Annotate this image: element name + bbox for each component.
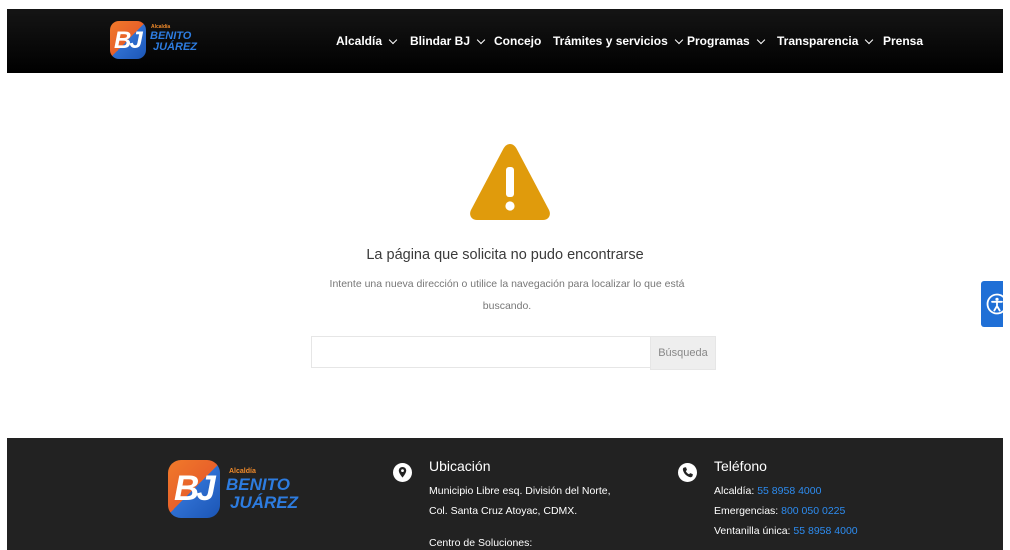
- error-subtitle-line1: Intente una nueva dirección o utilice la…: [329, 278, 685, 290]
- phone-link[interactable]: 55 8958 4000: [793, 525, 857, 537]
- phone-entry: Emergencias: 800 050 0225: [714, 505, 845, 517]
- accessibility-icon: [986, 293, 1003, 315]
- footer-location: Ubicación Municipio Libre esq. División …: [393, 458, 653, 550]
- logo-monogram: BJ: [168, 460, 220, 518]
- site-header: BJ Alcaldía BENITO JUÁREZ Alcaldía Blind…: [7, 9, 1003, 73]
- error-subtitle: Intente una nueva dirección o utilice la…: [307, 273, 707, 317]
- warning-icon: [470, 144, 550, 220]
- location-pin-icon: [393, 463, 412, 482]
- nav-item-label: Prensa: [883, 34, 924, 48]
- nav-item-tramites[interactable]: Trámites y servicios: [553, 31, 683, 51]
- chevron-down-icon: [674, 35, 683, 44]
- phone-label: Emergencias:: [714, 505, 782, 517]
- location-line: Col. Santa Cruz Atoyac, CDMX.: [429, 505, 578, 517]
- chevron-down-icon: [756, 35, 765, 44]
- logo-name-line2: JUÁREZ: [230, 493, 299, 512]
- nav-item-label: Transparencia: [777, 34, 859, 48]
- chevron-down-icon: [388, 35, 398, 44]
- error-title: La página que solicita no pudo encontrar…: [366, 247, 644, 263]
- phone-icon: [678, 463, 697, 482]
- nav-item-label: Trámites y servicios: [553, 34, 668, 48]
- site-logo[interactable]: BJ Alcaldía BENITO JUÁREZ: [110, 19, 197, 63]
- phone-heading: Teléfono: [714, 458, 767, 474]
- page: BJ Alcaldía BENITO JUÁREZ Alcaldía Blind…: [7, 9, 1003, 550]
- phone-label: Alcaldía:: [714, 485, 758, 497]
- nav-item-transparencia[interactable]: Transparencia: [777, 31, 874, 51]
- nav-item-blindar-bj[interactable]: Blindar BJ: [410, 31, 486, 51]
- phone-link[interactable]: 55 8958 4000: [757, 485, 821, 497]
- nav-item-prensa[interactable]: Prensa: [883, 31, 923, 51]
- nav-item-label: Alcaldía: [336, 34, 383, 48]
- nav-item-concejo[interactable]: Concejo: [494, 31, 541, 51]
- nav-item-label: Blindar BJ: [410, 34, 471, 48]
- search-input[interactable]: [311, 336, 650, 368]
- chevron-down-icon: [476, 35, 486, 44]
- location-line: Centro de Soluciones:: [429, 537, 533, 549]
- footer-logo[interactable]: BJ Alcaldía BENITO JUÁREZ: [168, 460, 298, 520]
- location-line: Municipio Libre esq. División del Norte,: [429, 485, 611, 497]
- nav-item-programas[interactable]: Programas: [687, 31, 765, 51]
- phone-entry: Ventanilla única: 55 8958 4000: [714, 525, 858, 537]
- error-subtitle-line2: buscando.: [482, 300, 532, 312]
- footer-phone: Teléfono Alcaldía: 55 8958 4000 Emergenc…: [678, 458, 938, 550]
- search-button[interactable]: Búsqueda: [650, 336, 716, 370]
- logo-monogram: BJ: [110, 21, 146, 59]
- nav-item-alcaldia[interactable]: Alcaldía: [336, 31, 398, 51]
- search-form: Búsqueda: [311, 336, 716, 370]
- phone-link[interactable]: 800 050 0225: [781, 505, 845, 517]
- logo-name-line2: JUÁREZ: [153, 41, 198, 53]
- site-footer: BJ Alcaldía BENITO JUÁREZ Ubicación Muni…: [7, 438, 1003, 550]
- chevron-down-icon: [865, 35, 874, 44]
- nav-item-label: Programas: [687, 34, 750, 48]
- accessibility-button[interactable]: [981, 281, 1003, 327]
- phone-entry: Alcaldía: 55 8958 4000: [714, 485, 821, 497]
- nav-item-label: Concejo: [494, 34, 542, 48]
- location-heading: Ubicación: [429, 458, 491, 474]
- phone-label: Ventanilla única:: [714, 525, 794, 537]
- logo-name-line1: BENITO: [226, 475, 290, 494]
- logo-small-text: Alcaldía: [229, 468, 256, 475]
